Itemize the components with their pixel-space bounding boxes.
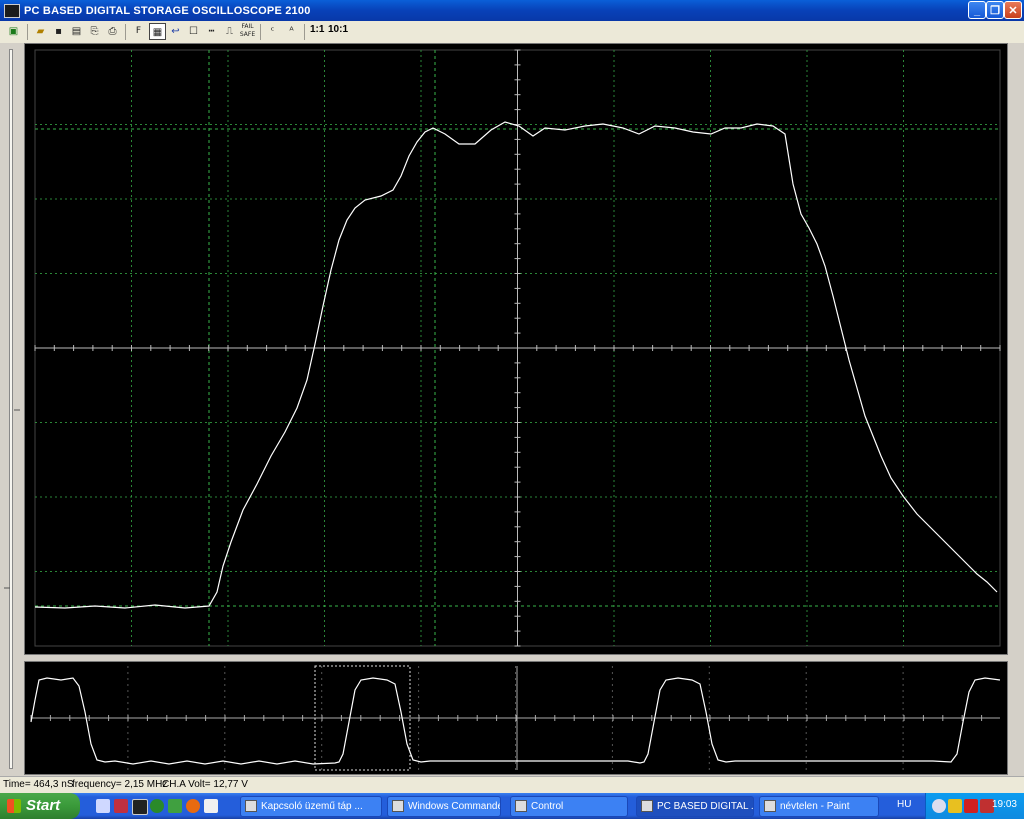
task-control[interactable]: Control — [510, 796, 628, 817]
window-title: PC BASED DIGITAL STORAGE OSCILLOSCOPE 21… — [24, 4, 311, 17]
export-button[interactable]: ⎘ — [86, 23, 103, 40]
channel-a-button[interactable]: ᴬ — [283, 23, 300, 40]
save-icon: ▪ — [55, 26, 62, 37]
print-button[interactable]: ⎙ — [104, 23, 121, 40]
title-bar: PC BASED DIGITAL STORAGE OSCILLOSCOPE 21… — [0, 0, 1024, 21]
waveform-button[interactable]: ⎍ — [221, 23, 238, 40]
start-label: Start — [26, 797, 61, 814]
ie-icon — [245, 800, 257, 812]
slider-marks — [4, 409, 20, 589]
quicklaunch-app-icon[interactable] — [114, 799, 128, 813]
clock: 19:03 — [991, 799, 1017, 810]
restore-icon: ❐ — [990, 5, 1000, 17]
overview-waveform-plot — [30, 665, 1001, 771]
undo-arrow-icon: ↩ — [171, 26, 180, 37]
close-icon: ✕ — [1008, 5, 1018, 17]
time-readout: Time= 464,3 nS — [3, 779, 74, 790]
task-paint[interactable]: névtelen - Paint — [759, 796, 879, 817]
control-icon — [515, 800, 527, 812]
status-bar: Time= 464,3 nS frequency= 2,15 MHz CH.A … — [0, 776, 1024, 794]
start-button[interactable]: Start — [0, 793, 80, 819]
toolbar: ▣ ▰ ▪ ▤ ⎘ ⎙ F ▦ ↩ ☐ ┅ ⎍ FAIL SAFE ᶜ ᴬ 1:… — [0, 21, 1024, 44]
close-button[interactable]: ✕ — [1004, 1, 1022, 19]
dotted-line-button[interactable]: ┅ — [203, 23, 220, 40]
main-scope-display[interactable] — [24, 43, 1008, 655]
separator — [304, 24, 305, 40]
firefox-icon[interactable] — [186, 799, 200, 813]
quicklaunch-tool-icon[interactable] — [168, 799, 182, 813]
windows-flag-icon — [7, 799, 21, 813]
language-indicator[interactable]: HU — [897, 799, 911, 810]
task-label: Windows Commande... — [408, 801, 500, 812]
folder-open-icon: ▰ — [36, 26, 45, 37]
fft-label: F — [135, 26, 142, 36]
undo-button[interactable]: ↩ — [167, 23, 184, 40]
task-label: névtelen - Paint — [780, 801, 850, 812]
printer-icon: ⎙ — [108, 26, 117, 37]
taskbar: Start Kapcsoló üzemű táp ... Windows Com… — [0, 793, 1024, 819]
quicklaunch-player-icon[interactable] — [150, 799, 164, 813]
overview-scope-display[interactable] — [24, 661, 1008, 775]
screen-icon: ▤ — [71, 26, 82, 37]
tray-antivirus-icon[interactable] — [964, 799, 978, 813]
ratio-10-button[interactable]: 10:1 — [328, 24, 348, 35]
open-button[interactable]: ▰ — [32, 23, 49, 40]
fft-button[interactable]: F — [130, 23, 147, 40]
scope-icon — [641, 800, 653, 812]
task-label: Kapcsoló üzemű táp ... — [261, 801, 363, 812]
tray-chevron-icon[interactable] — [932, 799, 946, 813]
frequency-readout: frequency= 2,15 MHz — [72, 779, 168, 790]
volt-readout: CH.A Volt= 12,77 V — [162, 779, 248, 790]
export-icon: ⎘ — [90, 26, 99, 37]
separator — [260, 24, 261, 40]
display-icon: ▦ — [152, 27, 163, 38]
quicklaunch-desktop-icon[interactable] — [96, 799, 110, 813]
exit-icon: ▣ — [8, 26, 19, 37]
cursor-box-icon: ☐ — [189, 26, 198, 37]
task-oscilloscope[interactable]: PC BASED DIGITAL ... — [636, 796, 754, 817]
channel-c-button[interactable]: ᶜ — [264, 23, 281, 40]
channel-a-icon: ᴬ — [289, 26, 294, 37]
app-icon — [4, 3, 20, 18]
display-mode-button[interactable]: ▦ — [149, 23, 166, 40]
exit-button[interactable]: ▣ — [5, 23, 22, 40]
commander-icon — [392, 800, 404, 812]
task-kapcsolo[interactable]: Kapcsoló üzemű táp ... — [240, 796, 382, 817]
quicklaunch-scope-icon[interactable] — [132, 799, 148, 815]
restore-button[interactable]: ❐ — [986, 1, 1004, 19]
save-button[interactable]: ▪ — [50, 23, 67, 40]
fail-safe-label: FAIL SAFE — [239, 23, 256, 38]
system-tray: 19:03 — [925, 793, 1024, 819]
ratio-1-button[interactable]: 1:1 — [310, 24, 324, 35]
separator — [27, 24, 28, 40]
separator — [125, 24, 126, 40]
cursor-box-button[interactable]: ☐ — [185, 23, 202, 40]
minimize-icon: _ — [973, 5, 981, 17]
task-windows-commander[interactable]: Windows Commande... — [387, 796, 501, 817]
paint-icon — [764, 800, 776, 812]
task-label: Control — [531, 801, 564, 812]
dotted-line-icon: ┅ — [208, 26, 215, 37]
screen-button[interactable]: ▤ — [68, 23, 85, 40]
channel-c-icon: ᶜ — [270, 26, 275, 37]
quicklaunch-window-icon[interactable] — [204, 799, 218, 813]
main-waveform-trace — [34, 121, 998, 609]
task-label: PC BASED DIGITAL ... — [657, 801, 754, 812]
main-waveform-plot — [34, 49, 1001, 647]
minimize-button[interactable]: _ — [968, 1, 986, 19]
vertical-offset-slider[interactable] — [0, 43, 24, 775]
tray-shield-icon[interactable] — [948, 799, 962, 813]
waveform-icon: ⎍ — [226, 26, 233, 37]
fail-safe-button[interactable]: FAIL SAFE — [239, 23, 256, 40]
right-margin — [1008, 43, 1024, 775]
